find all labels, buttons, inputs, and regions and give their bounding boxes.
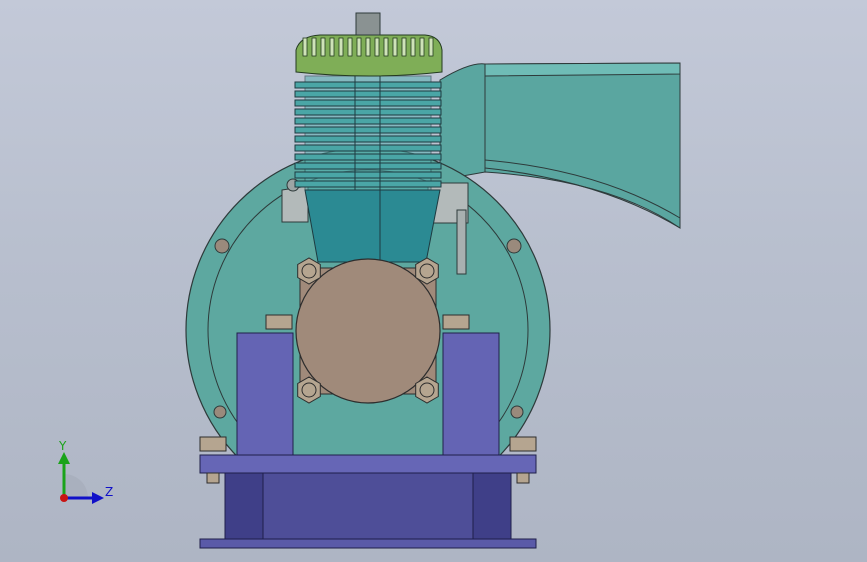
cooling-fin: [294, 117, 442, 125]
base-foot-nut-left: [206, 472, 220, 484]
head-slot: [419, 37, 425, 57]
cooling-fin: [294, 144, 442, 152]
head-slot: [329, 37, 335, 57]
bracket-bolt-right: [442, 314, 470, 330]
base-top-plate: [199, 454, 537, 474]
cylinder-head[interactable]: [295, 12, 443, 77]
housing-bolt-low-right: [510, 405, 524, 419]
orientation-triad[interactable]: Y Z: [48, 440, 118, 510]
cooling-fin: [294, 135, 442, 143]
housing-bolt-left: [214, 238, 230, 254]
head-slot: [302, 37, 308, 57]
cooling-fin: [294, 162, 442, 170]
duct-lip: [484, 62, 681, 77]
pipe-lever: [456, 209, 467, 275]
cooling-fin: [294, 126, 442, 134]
engine-assembly-model[interactable]: [0, 0, 867, 562]
head-slot: [347, 37, 353, 57]
head-bolt-stud: [355, 12, 381, 36]
head-slot: [383, 37, 389, 57]
head-slot: [392, 37, 398, 57]
base-bottom-plate: [199, 538, 537, 549]
bracket-left: [236, 332, 294, 466]
y-axis-label: Y: [58, 440, 67, 453]
base-box: [224, 472, 512, 540]
cooling-fin: [294, 81, 442, 89]
z-axis-arrow: [92, 492, 104, 504]
cooling-fin: [294, 171, 442, 179]
housing-bolt-right: [506, 238, 522, 254]
cad-viewport[interactable]: Y Z: [0, 0, 867, 562]
base-foot-nut-right: [516, 472, 530, 484]
cooling-fin: [294, 153, 442, 161]
head-slot: [356, 37, 362, 57]
bracket-bolt-left: [265, 314, 293, 330]
z-axis-label: Z: [105, 485, 113, 499]
x-axis-dot: [60, 494, 68, 502]
cooling-fin: [294, 90, 442, 98]
head-fin-slots: [302, 37, 434, 57]
head-slot: [365, 37, 371, 57]
cooling-fin: [294, 180, 442, 188]
triad-quarter-disc: [64, 474, 88, 498]
cylinder-skirt[interactable]: [304, 189, 441, 263]
cooling-fin: [294, 108, 442, 116]
head-slot: [338, 37, 344, 57]
head-slot: [410, 37, 416, 57]
left-fitting: [281, 185, 309, 223]
cylinder-cooling-fins[interactable]: [294, 75, 442, 191]
head-slot: [320, 37, 326, 57]
bracket-right: [442, 332, 500, 466]
y-axis-arrow: [58, 452, 70, 464]
base-foot-bolt-right: [509, 436, 537, 452]
base-foot-bolt-left: [199, 436, 227, 452]
base-leg-right: [472, 472, 512, 540]
cooling-fin: [294, 99, 442, 107]
head-slot: [311, 37, 317, 57]
head-slot: [428, 37, 434, 57]
base-leg-left: [224, 472, 264, 540]
head-slot: [401, 37, 407, 57]
housing-bolt-low-left: [213, 405, 227, 419]
head-slot: [374, 37, 380, 57]
